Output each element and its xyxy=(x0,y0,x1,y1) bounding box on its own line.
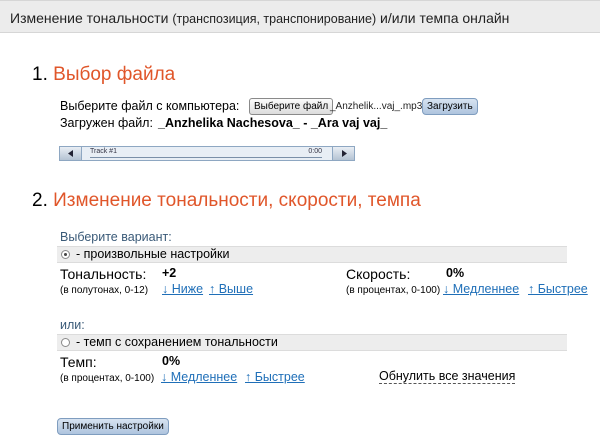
choose-variant-label: Выберите вариант: xyxy=(60,230,172,244)
loaded-file-label: Загружен файл: xyxy=(60,116,153,130)
step2-heading: 2. Изменение тональности, скорости, темп… xyxy=(32,190,421,212)
chosen-file-name: _Anzhelik...vaj_.mp3 xyxy=(330,101,423,112)
title-main: Изменение тональности xyxy=(10,10,169,26)
option-custom-label: - произвольные настройки xyxy=(76,247,230,261)
page-title: Изменение тональности (транспозиция, тра… xyxy=(10,10,509,26)
loaded-file-name: _Anzhelika Nachesova_ - _Ara vaj vaj_ xyxy=(158,116,388,130)
pitch-label: Тональность: xyxy=(60,266,147,282)
pitch-hint: (в полутонах, 0-12) xyxy=(60,285,149,296)
track-time: 0:00 xyxy=(308,148,322,155)
choose-file-label: Выберите файл с компьютера: xyxy=(60,99,240,113)
rewind-icon xyxy=(68,150,73,157)
tempo-value: 0% xyxy=(162,354,181,368)
tempo-faster-link[interactable]: ↑ Быстрее xyxy=(245,370,305,384)
pitch-up-link[interactable]: ↑ Выше xyxy=(209,282,253,296)
step1-title: Выбор файла xyxy=(53,64,176,85)
speed-value: 0% xyxy=(446,266,465,280)
tempo-slower-link[interactable]: ↓ Медленнее xyxy=(161,370,237,384)
pitch-down-link[interactable]: ↓ Ниже xyxy=(162,282,203,296)
progress-track[interactable] xyxy=(90,157,322,158)
speed-label: Скорость: xyxy=(346,266,411,282)
page-header: Изменение тональности (транспозиция, тра… xyxy=(0,0,600,33)
audio-player[interactable]: Track #1 0:00 xyxy=(59,146,355,161)
reset-all-link[interactable]: Обнулить все значения xyxy=(379,369,516,384)
tempo-hint: (в процентах, 0-100) xyxy=(60,373,155,384)
track-name: Track #1 xyxy=(90,148,117,155)
title-paren: (транспозиция, транспонирование) xyxy=(172,12,377,26)
speed-hint: (в процентах, 0-100) xyxy=(346,285,441,296)
upload-button[interactable]: Загрузить xyxy=(422,98,478,115)
speed-slower-link[interactable]: ↓ Медленнее xyxy=(443,282,519,296)
step2-title: Изменение тональности, скорости, темпа xyxy=(53,190,421,211)
choose-file-button[interactable]: Выберите файл xyxy=(249,98,334,115)
step2-number: 2. xyxy=(32,190,48,211)
play-button[interactable] xyxy=(332,147,354,160)
or-label: или: xyxy=(60,318,85,332)
title-tail: и/или темпа онлайн xyxy=(380,10,510,26)
option-custom-radio[interactable] xyxy=(61,250,70,259)
speed-faster-link[interactable]: ↑ Быстрее xyxy=(528,282,588,296)
option-tempo-radio[interactable] xyxy=(61,338,70,347)
play-icon xyxy=(342,150,347,157)
pitch-value: +2 xyxy=(162,266,177,280)
option-tempo-label: - темп с сохранением тональности xyxy=(76,335,278,349)
tempo-label: Темп: xyxy=(60,354,97,370)
step1-heading: 1. Выбор файла xyxy=(32,64,175,86)
apply-settings-button[interactable]: Применить настройки xyxy=(57,418,169,435)
step1-number: 1. xyxy=(32,64,48,85)
rewind-button[interactable] xyxy=(60,147,82,160)
